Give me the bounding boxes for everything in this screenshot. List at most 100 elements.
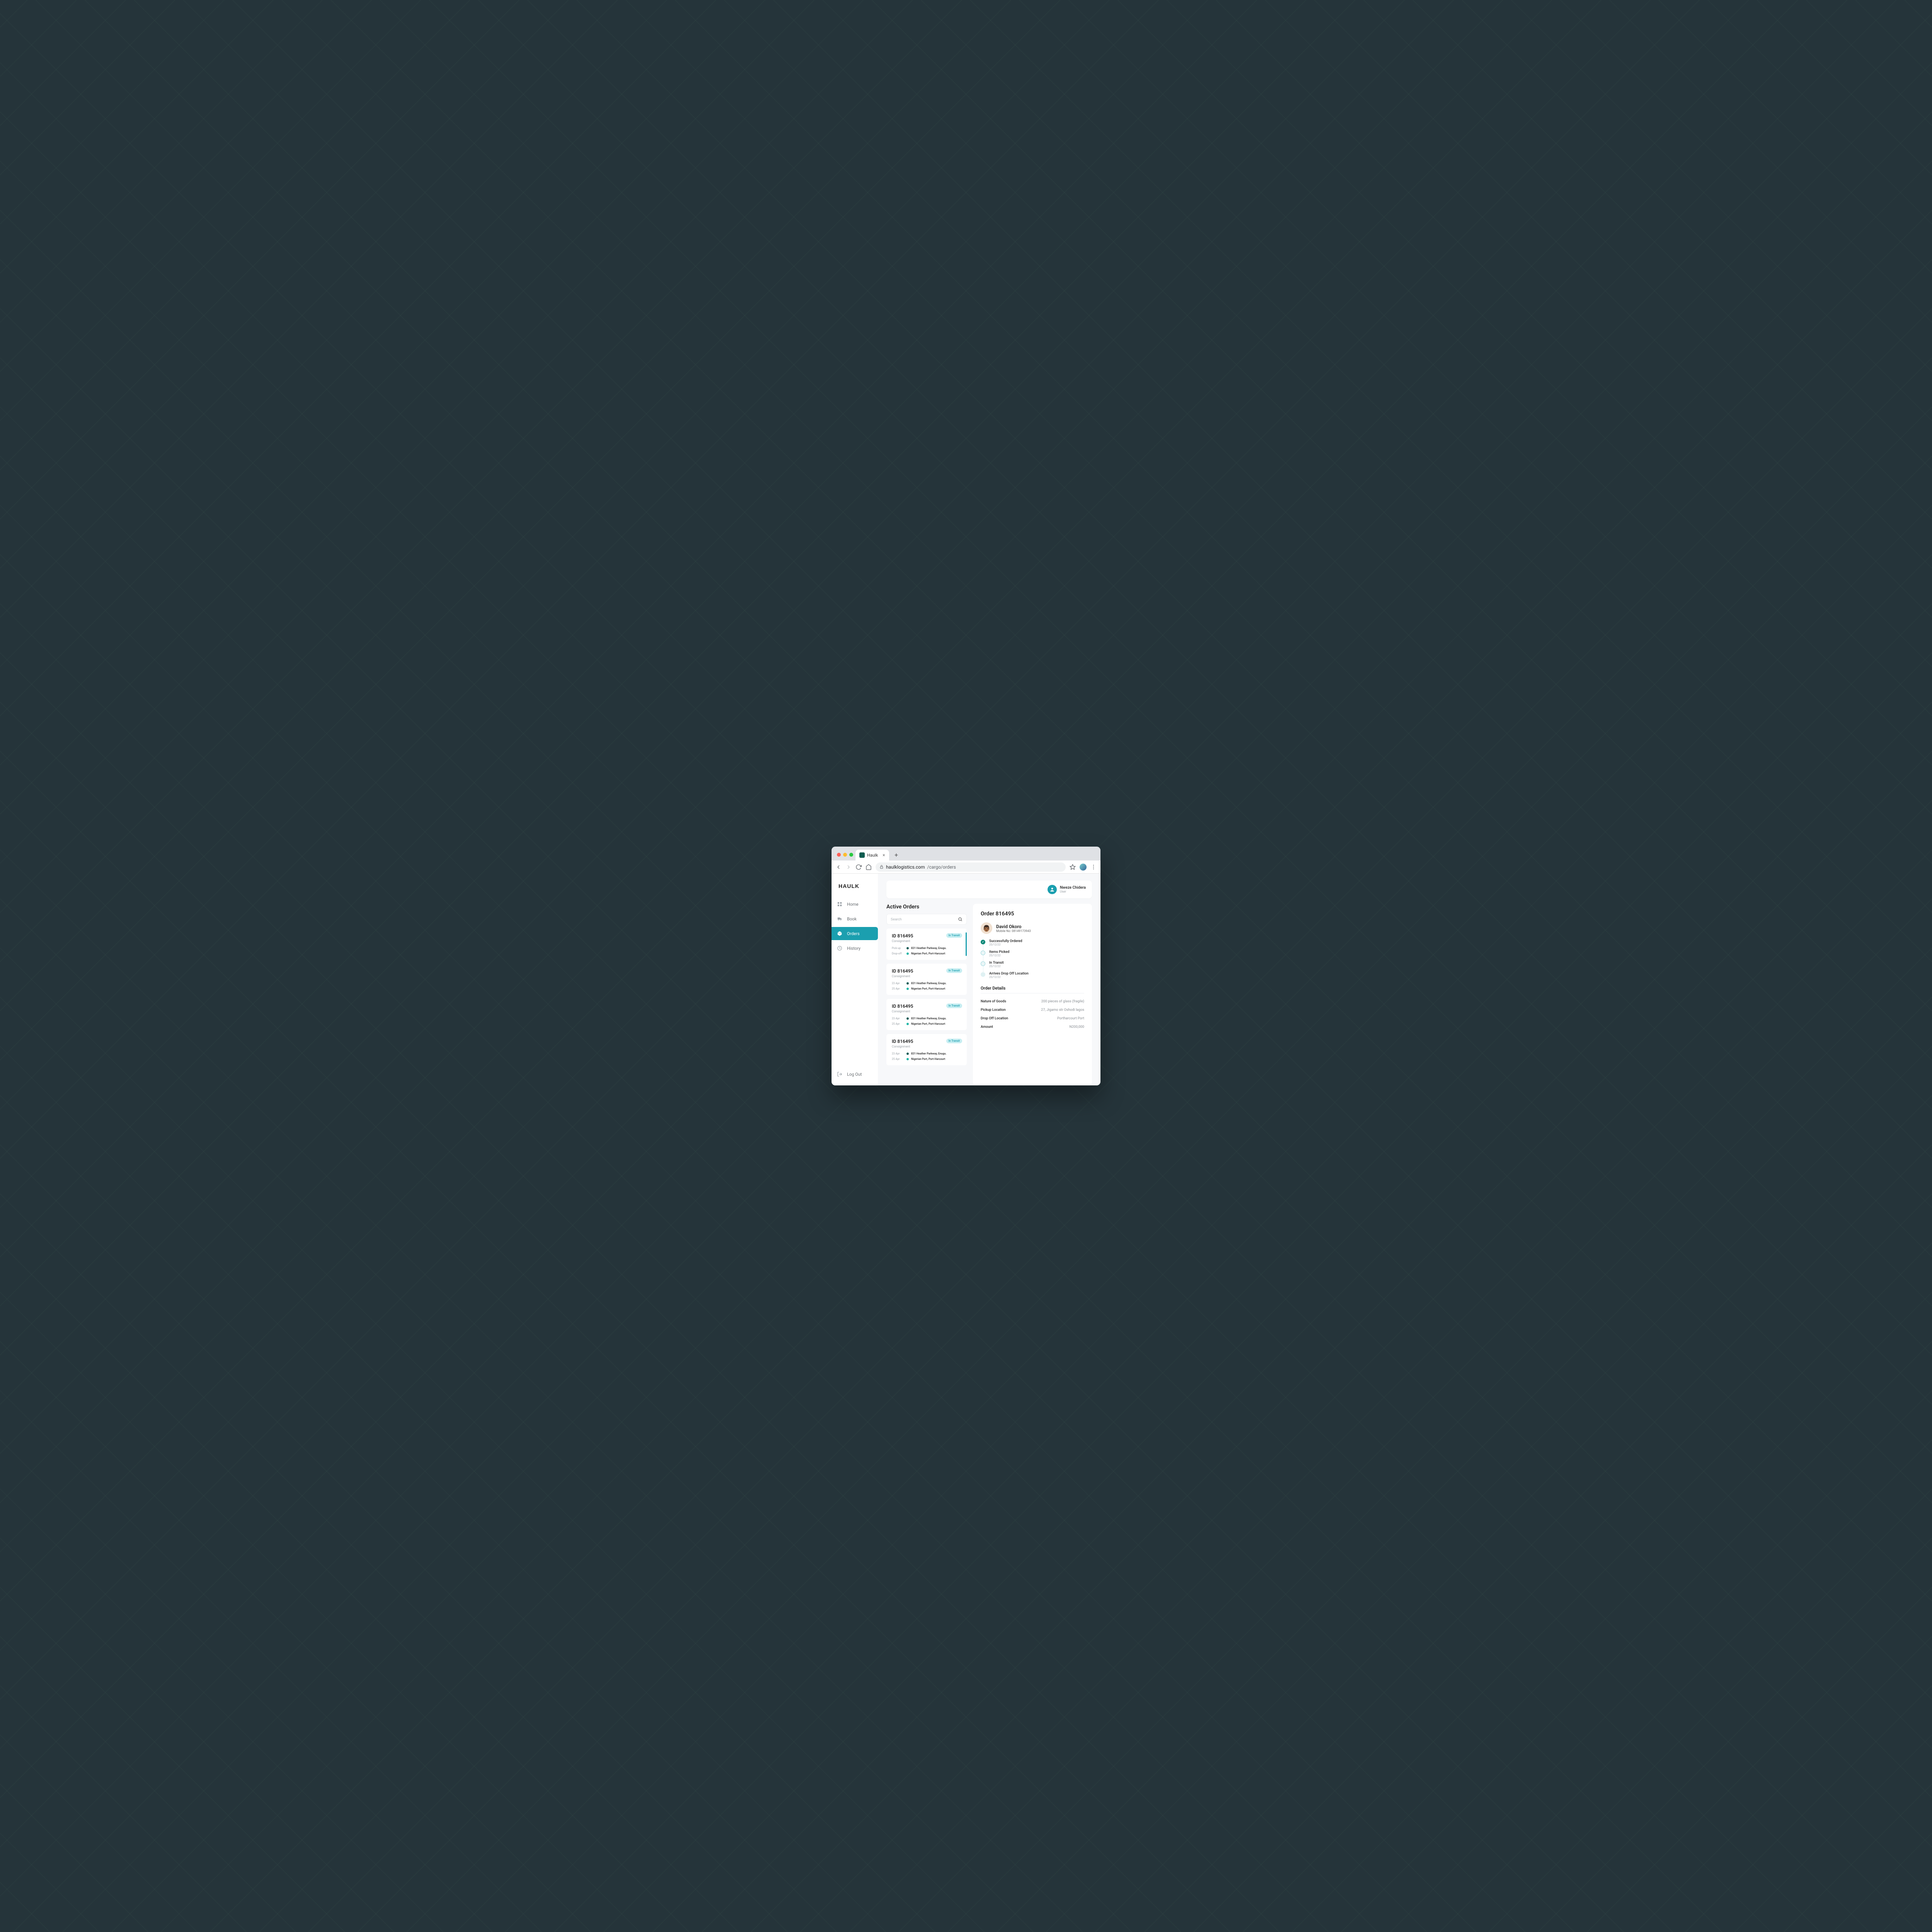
order-type: Consignment [892,1010,961,1013]
route-address: 831 Heather Parkway, Enugu. [911,1017,946,1020]
status-badge: In Transit [946,1003,962,1008]
route-row-label: 25 Apr [892,987,904,990]
order-route: Pick-up 831 Heather Parkway, Enugu. Drop… [892,947,961,955]
user-name: Nweze Chidera [1060,886,1086,890]
minimize-window-icon[interactable] [843,853,847,857]
route-row-label: 25 Apr [892,1022,904,1026]
timeline-step-date: 25/12/22 [989,943,1022,946]
sidebar-item-home[interactable]: Home [832,898,878,911]
status-badge: In Transit [946,968,962,973]
driver-avatar-icon: 👨🏾 [981,922,992,934]
detail-val: N200,000 [1069,1025,1084,1029]
tab-close-button[interactable]: × [883,852,885,858]
timeline-step-title: In Transit [989,961,1004,965]
url-path: /cargo/orders [927,864,956,870]
browser-window: Haulk × + haulklogistics.com/cargo/order… [832,847,1100,1085]
route-row-label: Drop-off [892,952,904,955]
home-button[interactable] [866,864,872,870]
route-dot-icon [906,1058,909,1060]
current-user[interactable]: Nweze Chidera User [1048,885,1086,894]
search-box[interactable] [886,914,967,925]
reload-button[interactable] [855,864,862,870]
order-route: 23 Apr 831 Heather Parkway, Enugu. 25 Ap… [892,1052,961,1061]
order-details-heading: Order Details [981,986,1084,993]
route-address: 831 Heather Parkway, Enugu. [911,982,946,985]
detail-key: Amount [981,1025,993,1029]
sidebar-item-book[interactable]: Book [832,912,878,925]
order-type: Consignment [892,975,961,978]
user-avatar-icon [1048,885,1057,894]
driver-phone: Mobile No: 08149173943 [996,929,1031,933]
browser-tab-strip: Haulk × + [832,847,1100,861]
box-icon [837,931,842,936]
sidebar-nav: Home Book Orders [832,898,878,1068]
app-root: HAULK Home Book [832,874,1100,1085]
route-dot-icon [906,952,909,955]
close-window-icon[interactable] [837,853,841,857]
detail-row: Amount N200,000 [981,1023,1084,1031]
route-row-label: 23 Apr [892,1052,904,1055]
profile-avatar-icon[interactable] [1080,864,1087,871]
maximize-window-icon[interactable] [849,853,853,857]
route-dot-icon [906,982,909,985]
browser-menu-button[interactable] [1090,864,1097,870]
timeline-dot-icon [981,972,985,977]
user-role: User [1060,890,1086,893]
route-row-label: 23 Apr [892,982,904,985]
new-tab-button[interactable]: + [892,850,901,859]
timeline-step-date: 25/12/22 [989,976,1029,979]
logout-button[interactable]: Log Out [832,1068,878,1081]
detail-val: Portharcourt Port [1057,1017,1084,1020]
sidebar-item-orders[interactable]: Orders [832,927,878,940]
sidebar-item-label: History [847,946,861,951]
bookmark-button[interactable] [1070,864,1076,870]
timeline-step: Successfully Ordered 25/12/22 [981,939,1084,946]
brand-logo: HAULK [832,883,878,898]
timeline-dot-icon [981,951,985,955]
content: Active Orders In Transit ID 816495 Consi… [886,904,1092,1085]
driver-info: 👨🏾 David Okoro Mobile No: 08149173943 [981,922,1084,934]
order-card[interactable]: In Transit ID 816495 Consignment 23 Apr … [886,999,967,1030]
tab-title: Haulk [867,853,878,858]
grid-icon [837,901,842,907]
search-icon [958,917,963,922]
sidebar-item-history[interactable]: History [832,942,878,955]
route-dot-icon [906,947,909,949]
search-input[interactable] [891,917,956,921]
browser-tab[interactable]: Haulk × [855,850,889,861]
order-route: 23 Apr 831 Heather Parkway, Enugu. 25 Ap… [892,1017,961,1026]
status-badge: In Transit [946,933,962,938]
route-address: Nigerian Port, Port-Harcourt [911,987,945,990]
route-address: Nigerian Port, Port-Harcourt [911,952,945,955]
logout-icon [837,1071,842,1077]
window-controls [835,853,855,861]
truck-icon [837,916,842,922]
route-dot-icon [906,988,909,990]
order-list: In Transit ID 816495 Consignment Pick-up… [886,929,967,1065]
timeline-step-title: Arrives Drop Off Location [989,972,1029,976]
timeline-step: In Transit 25/12/22 [981,961,1084,968]
url-field[interactable]: haulklogistics.com/cargo/orders [876,862,1066,872]
nav-back-button[interactable] [835,864,842,870]
order-card[interactable]: In Transit ID 816495 Consignment 23 Apr … [886,1034,967,1065]
route-row-label: Pick-up [892,947,904,950]
timeline-dot-icon [981,961,985,966]
timeline-step-date: 25/12/22 [989,965,1004,968]
route-dot-icon [906,1053,909,1055]
detail-key: Pickup Location [981,1008,1006,1012]
order-card[interactable]: In Transit ID 816495 Consignment Pick-up… [886,929,967,960]
nav-forward-button[interactable] [845,864,852,870]
browser-address-bar: haulklogistics.com/cargo/orders [832,861,1100,874]
timeline-step-title: Successfully Ordered [989,939,1022,943]
detail-row: Pickup Location 27, Jigamo str Oshodi la… [981,1006,1084,1014]
order-type: Consignment [892,1045,961,1048]
route-dot-icon [906,1023,909,1025]
detail-val: 27, Jigamo str Oshodi lagos [1041,1008,1084,1012]
sidebar-item-label: Book [847,917,857,922]
detail-val: 200 pieces of glass (fragile) [1041,1000,1084,1003]
timeline-step: Arrives Drop Off Location 25/12/22 [981,972,1084,979]
status-timeline: Successfully Ordered 25/12/22 Items Pick… [981,939,1084,979]
detail-key: Drop Off Location [981,1017,1008,1020]
order-card[interactable]: In Transit ID 816495 Consignment 23 Apr … [886,964,967,995]
driver-name: David Okoro [996,924,1031,929]
